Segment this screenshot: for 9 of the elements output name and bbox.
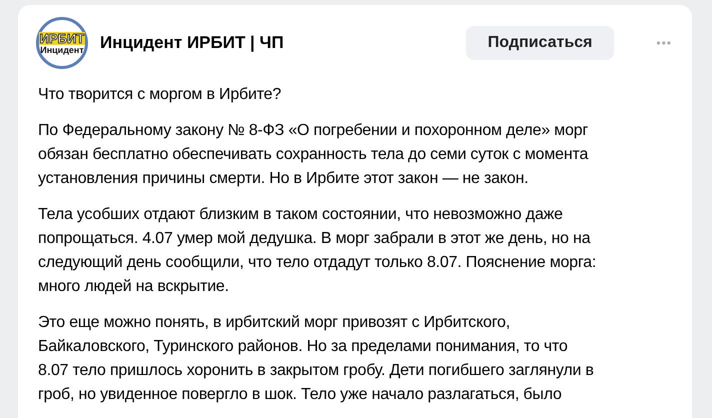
avatar-logo[interactable]: ИРБИТ Инцидент bbox=[36, 17, 88, 69]
subscribe-button[interactable]: Подписаться bbox=[466, 26, 614, 60]
post-paragraph: Тела усобших отдают близким в таком состоянии, что невозможно даже попрощаться. 4.07 умер мой дедушка. В морг забрали в этот же день, но на следующий день сообщили, что тело отдадут только 8.07. Пояснение морга: много людей на вскрытие. bbox=[38, 205, 598, 297]
author-name[interactable]: Инцидент ИРБИТ | ЧП bbox=[100, 33, 454, 53]
post-paragraph: Что творится с моргом в Ирбите? bbox=[38, 85, 282, 105]
avatar-subtitle: Инцидент bbox=[40, 44, 84, 54]
post-paragraph: По Федеральному закону № 8-ФЗ «О погребении и похоронном деле» морг обязан бесплатно обеспечивать сохранность тела до семи суток с момента установления причины смерти. Но в Ирбите этот закон — не закон. bbox=[38, 121, 590, 189]
avatar-title: ИРБИТ bbox=[38, 32, 86, 44]
post-paragraph: Это еще можно понять, в ирбитский морг привозят с Ирбитского, Байкаловского, Туринского районов. Но за пределами понимания, то что 8.07 тело пришлось хоронить в закрытом гробу. Дети погибшего заглянули в гроб, но увиденное повергло в шок. Тело уже начало разлагаться, было bbox=[38, 313, 595, 405]
